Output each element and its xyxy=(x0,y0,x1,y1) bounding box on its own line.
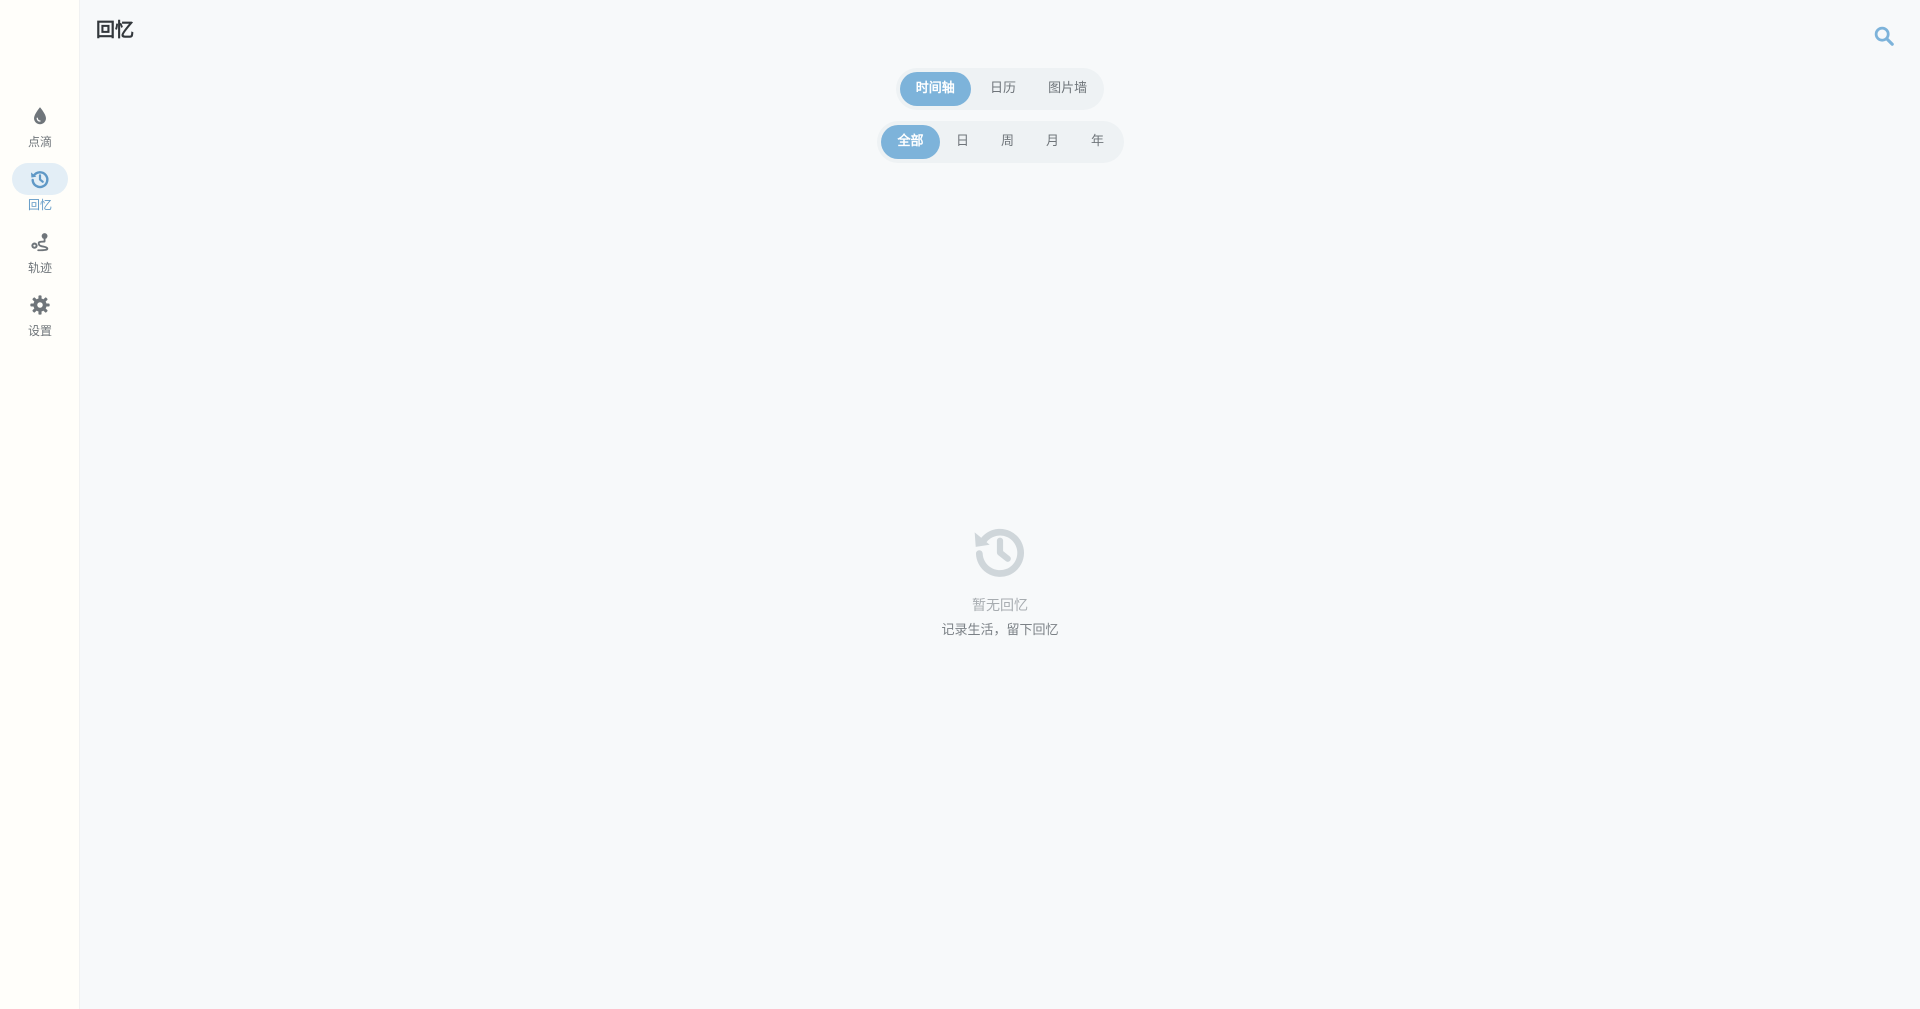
sidebar-item-diandi[interactable]: 点滴 xyxy=(0,100,80,163)
empty-state-title: 暂无回忆 xyxy=(972,598,1028,614)
sidebar-item-label: 回忆 xyxy=(27,198,52,212)
tab-range-all[interactable]: 全部 xyxy=(881,125,940,159)
sidebar-item-label: 设置 xyxy=(27,324,52,338)
empty-state-subtitle: 记录生活，留下回忆 xyxy=(941,623,1059,638)
sidebar-item-label: 轨迹 xyxy=(27,261,52,275)
view-mode-tabs: 时间轴 日历 图片墙 xyxy=(896,68,1104,110)
time-range-tabs: 全部 日 周 月 年 xyxy=(877,121,1124,163)
tab-photo-wall[interactable]: 图片墙 xyxy=(1035,72,1100,106)
sidebar-item-label: 点滴 xyxy=(27,135,52,149)
search-button[interactable] xyxy=(1872,24,1896,48)
tab-range-year[interactable]: 年 xyxy=(1075,125,1120,159)
sidebar-item-guiji[interactable]: 轨迹 xyxy=(0,226,80,289)
sidebar-item-huiyi[interactable]: 回忆 xyxy=(0,163,80,226)
gear-icon xyxy=(30,295,50,315)
nav-icon-wrap xyxy=(12,100,68,132)
empty-state: 暂无回忆 记录生活，留下回忆 xyxy=(860,520,1140,640)
empty-state-icon-wrap xyxy=(969,520,1031,582)
tab-calendar[interactable]: 日历 xyxy=(971,72,1036,106)
nav-icon-wrap xyxy=(12,226,68,258)
tab-range-week[interactable]: 周 xyxy=(985,125,1030,159)
search-icon xyxy=(1874,26,1894,46)
nav-icon-wrap xyxy=(12,289,68,321)
tab-timeline[interactable]: 时间轴 xyxy=(900,72,971,106)
tab-range-month[interactable]: 月 xyxy=(1030,125,1075,159)
page-title: 回忆 xyxy=(96,19,135,41)
history-icon xyxy=(974,528,1024,577)
sidebar-nav: 点滴 回忆 轨迹 设置 xyxy=(0,100,80,352)
sidebar-item-shezhi[interactable]: 设置 xyxy=(0,289,80,352)
nav-icon-wrap xyxy=(12,163,68,195)
history-icon xyxy=(31,171,49,189)
tab-range-day[interactable]: 日 xyxy=(940,125,985,159)
route-icon xyxy=(31,233,49,252)
sidebar: 点滴 回忆 轨迹 设置 xyxy=(0,0,80,1009)
drop-icon xyxy=(34,107,46,125)
